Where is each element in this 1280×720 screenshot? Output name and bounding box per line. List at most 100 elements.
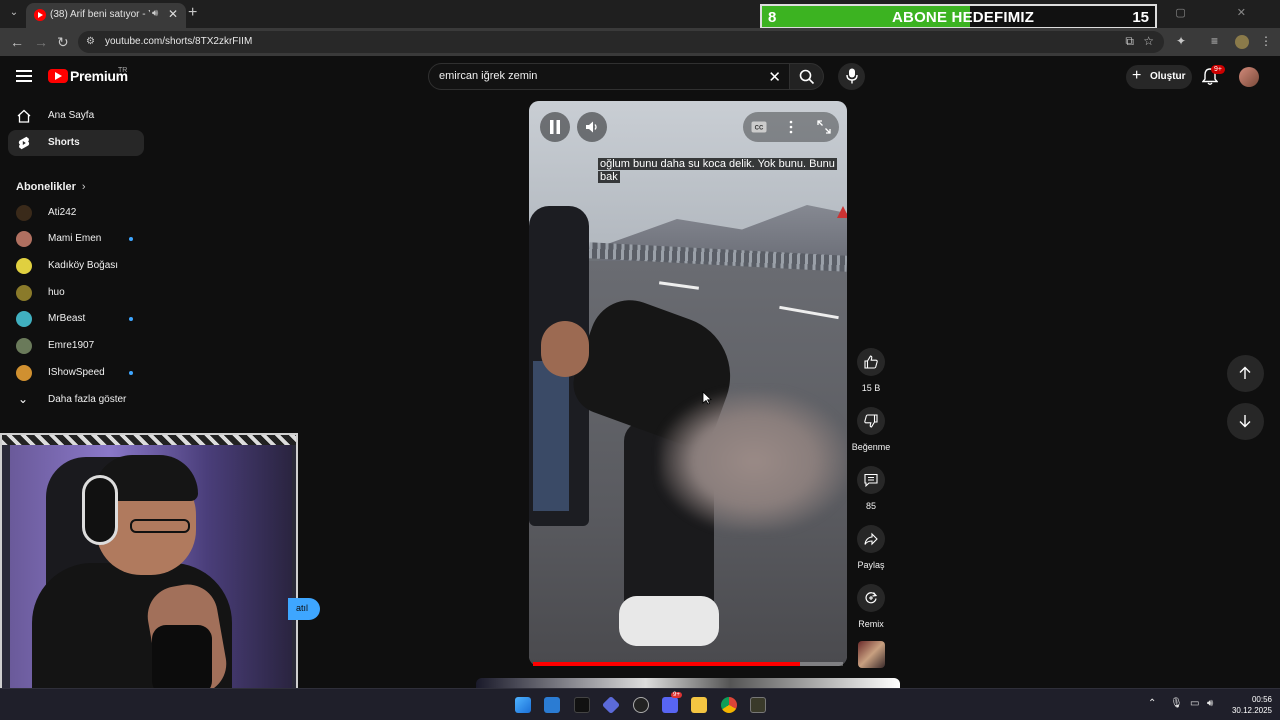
- more-options-icon[interactable]: [789, 120, 793, 134]
- channel-name: IShowSpeed: [48, 367, 105, 378]
- forward-icon[interactable]: →: [34, 34, 48, 50]
- new-tab-icon[interactable]: +: [188, 4, 197, 22]
- volume-icon: [586, 121, 597, 133]
- youtube-logo-icon[interactable]: [48, 69, 68, 83]
- show-more-button[interactable]: ⌄ Daha fazla göster: [16, 392, 146, 410]
- tab-close-icon[interactable]: ✕: [168, 7, 178, 21]
- extensions-icon[interactable]: ✦: [1176, 34, 1186, 48]
- outlook-icon[interactable]: [544, 697, 560, 713]
- mouse-cursor-icon: [702, 391, 712, 405]
- comments-circle[interactable]: [857, 466, 885, 494]
- tray-mic-icon[interactable]: 🎙︎: [1170, 698, 1183, 709]
- browser-toolbar: ← → ↻ ⚙ youtube.com/shorts/8TX2zkrFIIM ⧉…: [0, 28, 1280, 56]
- clear-search-icon[interactable]: ✕: [768, 68, 781, 86]
- next-short-button[interactable]: [1227, 403, 1264, 440]
- chat-pill[interactable]: atıl: [288, 598, 320, 620]
- notifications-button[interactable]: 9+: [1202, 65, 1225, 86]
- dislike-button[interactable]: Beğenme: [851, 407, 891, 452]
- windows-start-icon[interactable]: [515, 697, 531, 713]
- browser-tab[interactable]: (38) Arif beni satıyor - YouTube 🔊︎ ✕: [26, 3, 186, 28]
- audio-thumbnail[interactable]: [858, 641, 885, 668]
- tray-network-icon[interactable]: ▭: [1190, 698, 1199, 709]
- site-info-icon[interactable]: ⚙: [86, 36, 95, 47]
- remix-circle[interactable]: [857, 584, 885, 612]
- share-circle[interactable]: [857, 525, 885, 553]
- previous-short-button[interactable]: [1227, 355, 1264, 392]
- goal-label: ABONE HEDEFIMIZ: [892, 9, 1035, 26]
- like-button[interactable]: 15 B: [851, 348, 891, 393]
- reload-icon[interactable]: ↻: [57, 34, 69, 51]
- like-circle[interactable]: [857, 348, 885, 376]
- tab-audio-icon[interactable]: 🔊︎: [152, 8, 158, 19]
- reading-list-icon[interactable]: ≡: [1211, 34, 1218, 48]
- comment-icon: [864, 473, 878, 487]
- subscription-item[interactable]: IShowSpeed: [16, 363, 146, 383]
- search-query[interactable]: emircan iğrek zemin: [439, 70, 537, 82]
- clock-date: 30.12.2025: [1231, 706, 1272, 715]
- channel-avatar: [16, 338, 32, 354]
- comments-button[interactable]: 85: [851, 466, 891, 511]
- sidebar-item-shorts[interactable]: Shorts: [8, 130, 144, 156]
- search-input[interactable]: emircan iğrek zemin ✕: [428, 63, 790, 90]
- browser-menu-icon[interactable]: ⋮: [1260, 34, 1272, 48]
- thumbs-down-icon: [864, 414, 878, 428]
- dislike-circle[interactable]: [857, 407, 885, 435]
- closed-captions-icon[interactable]: CC: [751, 121, 767, 133]
- like-count: 15 B: [861, 383, 881, 393]
- subscription-item[interactable]: Emre1907: [16, 336, 146, 356]
- app-icon[interactable]: [750, 697, 766, 713]
- app-diamond-icon[interactable]: [601, 695, 621, 715]
- file-explorer-icon[interactable]: [691, 697, 707, 713]
- tray-chevron-icon[interactable]: ⌃: [1148, 698, 1156, 709]
- microphone-icon: [846, 68, 858, 84]
- create-label: Oluştur: [1150, 71, 1186, 82]
- create-button[interactable]: + Oluştur: [1126, 65, 1192, 89]
- system-clock[interactable]: 00:56 30.12.2025: [1228, 694, 1272, 716]
- plus-icon: +: [1132, 67, 1142, 84]
- tray-volume-icon[interactable]: 🔊︎: [1207, 698, 1213, 709]
- subscription-item[interactable]: Ati242: [16, 203, 146, 223]
- epic-games-icon[interactable]: [574, 697, 590, 713]
- pause-button[interactable]: [540, 112, 570, 142]
- channel-name: huo: [48, 287, 65, 298]
- menu-icon[interactable]: [16, 70, 32, 82]
- chrome-icon[interactable]: [721, 697, 737, 713]
- arrow-up-icon: [1239, 366, 1251, 379]
- subscription-item[interactable]: huo: [16, 283, 146, 303]
- subscription-item[interactable]: Kadıköy Boğası: [16, 256, 146, 276]
- sidebar-item-label: Shorts: [48, 137, 80, 148]
- show-more-label: Daha fazla göster: [48, 394, 127, 405]
- video-caption: oğlum bunu daha su koca delik. Yok bunu.…: [595, 157, 847, 185]
- install-app-icon[interactable]: ⧉: [1125, 34, 1134, 49]
- discord-icon[interactable]: 9+: [662, 692, 682, 713]
- subscription-item[interactable]: Mami Emen: [16, 229, 146, 249]
- fullscreen-icon[interactable]: [817, 120, 831, 134]
- account-avatar[interactable]: [1239, 67, 1259, 87]
- video-progress-bar[interactable]: [533, 662, 843, 666]
- subscriptions-label: Abonelikler: [16, 181, 76, 193]
- volume-button[interactable]: [577, 112, 607, 142]
- share-button[interactable]: Paylaş: [851, 525, 891, 570]
- chevron-down-icon: ⌄: [18, 392, 29, 406]
- voice-search-button[interactable]: [838, 63, 865, 90]
- back-icon[interactable]: ←: [10, 34, 24, 50]
- arrow-down-icon: [1239, 415, 1251, 428]
- tab-title: (38) Arif beni satıyor - YouTube: [50, 9, 150, 20]
- youtube-favicon-icon: [34, 9, 46, 21]
- discord-badge: 9+: [671, 692, 682, 698]
- subscription-item[interactable]: MrBeast: [16, 309, 146, 329]
- channel-avatar: [16, 231, 32, 247]
- browser-profile-avatar[interactable]: [1235, 35, 1249, 49]
- tab-search-dropdown-icon[interactable]: ⌄: [6, 5, 22, 21]
- subscriptions-header[interactable]: Abonelikler ›: [16, 181, 86, 193]
- obs-icon[interactable]: [633, 697, 649, 713]
- sidebar-item-label: Ana Sayfa: [48, 110, 95, 121]
- address-bar[interactable]: ⚙ youtube.com/shorts/8TX2zkrFIIM ⧉ ☆: [78, 31, 1164, 53]
- search-button[interactable]: [790, 63, 824, 90]
- bookmark-star-icon[interactable]: ☆: [1143, 34, 1154, 48]
- remix-button[interactable]: Remix: [851, 584, 891, 629]
- shorts-video-player[interactable]: [529, 101, 847, 666]
- url-text[interactable]: youtube.com/shorts/8TX2zkrFIIM: [105, 36, 252, 47]
- channel-avatar: [16, 365, 32, 381]
- sidebar-item-home[interactable]: Ana Sayfa: [8, 103, 144, 129]
